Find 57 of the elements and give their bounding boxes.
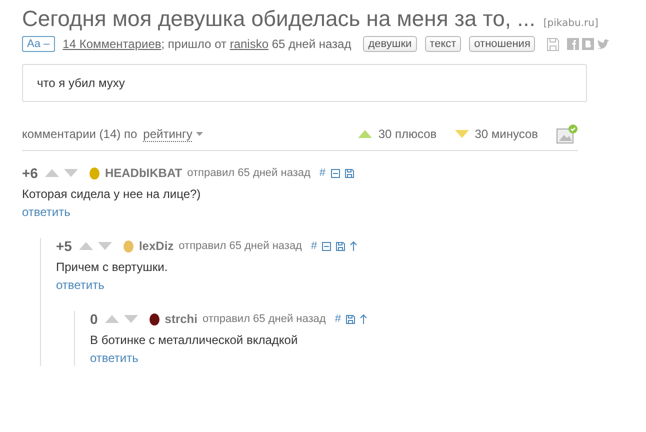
comment-author[interactable]: HEADbIKBAT (104, 166, 182, 180)
tag[interactable]: отношения (469, 36, 536, 52)
avatar-icon (122, 240, 134, 252)
post-title: Сегодня моя девушка обиделась на меня за то, ... (22, 6, 536, 32)
save-icon[interactable] (344, 168, 354, 178)
save-icon[interactable] (336, 242, 346, 250)
tag[interactable]: текст (424, 36, 462, 52)
comment-date: отправил 65 дней назад (187, 167, 310, 179)
tag[interactable]: девушки (363, 36, 417, 52)
comment-author[interactable]: lexDiz (138, 239, 174, 253)
vk-icon[interactable] (582, 38, 594, 50)
downvote-icon[interactable] (98, 242, 112, 250)
downvote-icon[interactable] (124, 315, 138, 323)
reply-link[interactable]: ответить (90, 351, 138, 365)
comment-text: Которая сидела у нее на лице?) (22, 187, 202, 201)
comment-date: отправил 65 дней назад (202, 313, 326, 325)
comment-link[interactable]: # (319, 167, 326, 179)
comment-date: отправил 65 дней назад (178, 240, 302, 252)
upvote-icon[interactable] (104, 315, 119, 323)
twitter-icon[interactable] (597, 38, 610, 50)
caret-icon[interactable] (196, 132, 204, 136)
save-icon[interactable] (346, 314, 355, 324)
upvote-icon[interactable] (78, 242, 93, 250)
plus-icon[interactable] (358, 130, 372, 138)
sort-dropdown[interactable]: рейтингу (143, 126, 192, 142)
arrow-up-icon[interactable] (360, 314, 367, 324)
comment-score: +5 (56, 238, 72, 254)
minus-icon[interactable] (454, 130, 469, 138)
image-check-icon[interactable] (556, 124, 578, 144)
avatar-icon (148, 312, 160, 326)
avatar-icon (88, 166, 100, 180)
facebook-icon[interactable] (567, 38, 580, 50)
comment-link[interactable]: # (310, 240, 318, 252)
font-size-toggle[interactable]: Aa – (22, 36, 55, 52)
author-link[interactable]: ranisko (230, 37, 269, 51)
comment-author[interactable]: strchi (164, 312, 198, 326)
collapse-icon[interactable] (322, 242, 332, 250)
comments-count-label: комментарии (14) по (22, 127, 138, 141)
arrow-up-icon[interactable] (350, 241, 358, 251)
reply-link[interactable]: ответить (22, 205, 70, 219)
comments-link[interactable]: 14 Комментариев (62, 37, 162, 51)
downvote-icon[interactable] (64, 169, 78, 177)
post-age: 65 дней назад (270, 37, 352, 51)
minuses-count: 30 минусов (474, 127, 538, 141)
pluses-count: 30 плюсов (378, 127, 437, 141)
sent-by-label: ; пришло от (161, 37, 228, 51)
comment-link[interactable]: # (334, 313, 341, 325)
comment-text: Причем с вертушки. (56, 260, 169, 274)
collapse-icon[interactable] (330, 168, 340, 178)
reply-link[interactable]: ответить (56, 278, 104, 292)
source-label: [pikabu.ru] (543, 18, 598, 29)
upvote-icon[interactable] (44, 169, 59, 177)
comment-score: 0 (90, 311, 98, 327)
comment-text: В ботинке с металлической вкладкой (90, 333, 299, 347)
post-body: что я убил муху (22, 64, 587, 102)
save-icon[interactable] (547, 38, 560, 50)
comment-score: +6 (22, 165, 38, 181)
